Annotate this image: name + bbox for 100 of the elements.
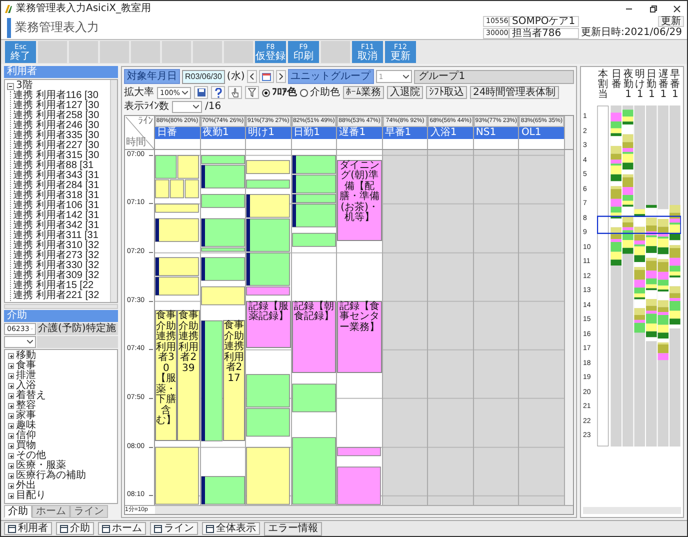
expand-icon[interactable] [8,493,14,499]
toolbar-button[interactable]: 24時間管理表体制 [470,86,559,99]
pointer-button[interactable] [228,86,242,99]
tree-item[interactable]: 連携 利用者246 [30 [13,121,110,131]
tree-item[interactable]: 連携 利用者142 [31 [13,211,110,221]
expand-icon[interactable] [8,413,14,419]
toolbar-button[interactable]: 入退院 [387,86,423,99]
filter-button[interactable] [245,86,259,99]
tree-item[interactable]: 連携 利用者221 [32 [13,291,110,301]
horizontal-scrollbar[interactable] [4,304,118,309]
tree-item[interactable]: 連携 利用者343 [31 [13,171,110,181]
overview-column-header: 本割当 [597,70,609,100]
expand-icon[interactable] [8,453,14,459]
tree-item[interactable]: 連携 利用者310 [32 [13,241,110,251]
tree-item[interactable]: 連携 利用者88 [31 [13,161,110,171]
save-button[interactable] [194,86,208,99]
previous-day-button[interactable] [246,70,257,83]
panel-tab[interactable]: ライン [70,505,108,518]
tree-item[interactable]: その他 [16,451,46,461]
tree-item[interactable]: 連携 利用者127 [30 [13,101,110,111]
schedule-block[interactable]: 記録【食事センター業務】 [337,300,382,373]
tree-item[interactable]: 信仰 [16,431,36,441]
expand-icon[interactable] [8,373,14,379]
calendar-button[interactable] [258,70,274,83]
tree-item[interactable]: 連携 利用者330 [32 [13,261,110,271]
panel-tab[interactable]: ホーム [32,505,70,518]
expand-icon[interactable] [8,443,14,449]
tree-item[interactable]: 連携 利用者15 [22 [13,281,110,291]
staff-column-header[interactable]: OL1 [519,127,564,139]
horizontal-scrollbar[interactable] [583,507,681,514]
schedule-block[interactable]: 食事介助連携利用者217 [222,320,246,441]
tree-item[interactable]: 連携 利用者258 [30 [13,111,110,121]
schedule-block[interactable]: 食事介助連携利用者239 [177,310,200,441]
display-lines-dropdown[interactable] [172,101,202,113]
tree-item[interactable]: 外出 [16,481,36,491]
next-day-button[interactable] [276,70,286,83]
staff-column-header[interactable]: 早番1 [382,127,428,139]
tree-item[interactable]: 家事 [16,411,36,421]
vertical-scrollbar[interactable] [565,150,573,505]
staff-column-header[interactable]: 明け1 [246,127,291,139]
staff-column-header[interactable]: 日勤1 [292,127,336,139]
expand-icon[interactable] [8,463,14,469]
tree-item[interactable]: 3階 [16,81,32,91]
collapse-icon[interactable] [7,82,14,90]
panel-tab[interactable]: 介助 [4,505,32,518]
schedule-block[interactable]: 食事介助連携利用者30【服薬・下膳含む】 [155,310,178,441]
tree-item[interactable]: 連携 利用者227 [30 [13,141,110,151]
status-bar-button[interactable]: 介助 [56,522,94,535]
expand-icon[interactable] [8,473,14,479]
tree-item[interactable]: 入浴 [16,381,36,391]
date-field[interactable]: R03/06/30 [182,70,225,84]
staff-column-header[interactable]: NS1 [474,127,518,139]
tree-item[interactable]: 移動 [16,351,36,361]
status-bar-button[interactable]: 利用者 [4,522,52,535]
tree-item[interactable]: 連携 利用者315 [30 [13,151,110,161]
tree-item[interactable]: 連携 利用者284 [31 [13,181,110,191]
tree-item[interactable]: 目配り [16,491,46,501]
expand-icon[interactable] [8,483,14,489]
status-bar-button[interactable]: ホーム [98,522,146,535]
expand-icon[interactable] [8,393,14,399]
status-bar-button[interactable]: 全体表示 [202,522,260,535]
help-button[interactable] [211,86,225,99]
tree-item[interactable]: 連携 利用者335 [30 [13,131,110,141]
tree-item[interactable]: 連携 利用者309 [32 [13,271,110,281]
toolbar-button[interactable]: ﾎｰﾑ業務 [343,86,384,99]
schedule-block[interactable]: 記録【服薬記録】 [246,300,291,348]
tree-item[interactable]: 連携 利用者116 [30 [13,91,110,101]
expand-icon[interactable] [8,423,14,429]
expand-icon[interactable] [8,363,14,369]
refresh-button[interactable]: 更新 [658,16,684,27]
schedule-block[interactable]: ダイニング(朝)準備【配膳・準備(お茶)・机等】 [337,160,382,242]
expand-icon[interactable] [8,403,14,409]
tree-item[interactable]: 連携 利用者311 [31 [13,231,110,241]
expand-icon[interactable] [8,383,14,389]
tree-item[interactable]: 医療行為の補助 [16,471,86,481]
horizontal-scrollbar[interactable] [155,506,573,514]
tree-item[interactable]: 連携 利用者342 [31 [13,221,110,231]
tree-item[interactable]: 連携 利用者318 [31 [13,191,110,201]
staff-column-header[interactable]: 遅番1 [337,127,382,139]
tree-item[interactable]: 趣味 [16,421,36,431]
color-mode-radio[interactable]: 介助色 [300,86,340,98]
color-mode-radio[interactable]: ﾌﾛｱ色 [262,86,297,98]
vertical-scrollbar[interactable] [110,80,117,302]
tree-item[interactable]: 整容 [16,401,36,411]
tree-item[interactable]: 医療・服薬 [16,461,66,471]
staff-column-header[interactable]: 入浴1 [428,127,473,139]
schedule-block[interactable]: 記録【朝食記録】 [292,300,336,373]
tree-item[interactable]: 食事 [16,361,36,371]
tree-item[interactable]: 連携 利用者273 [32 [13,251,110,261]
tree-item[interactable]: 連携 利用者106 [31 [13,201,110,211]
status-bar-button[interactable]: ライン [150,522,198,535]
category-dropdown[interactable] [4,336,36,348]
staff-column-header[interactable]: 日番 [155,127,200,139]
tree-item[interactable]: 排泄 [16,371,36,381]
tree-item[interactable]: 買物 [16,441,36,451]
expand-icon[interactable] [8,433,14,439]
tree-item[interactable]: 着替え [16,391,46,401]
staff-column-header[interactable]: 夜勤1 [200,127,246,139]
toolbar-button[interactable]: ｼﾌﾄ取込 [426,86,467,99]
expand-icon[interactable] [8,353,14,359]
